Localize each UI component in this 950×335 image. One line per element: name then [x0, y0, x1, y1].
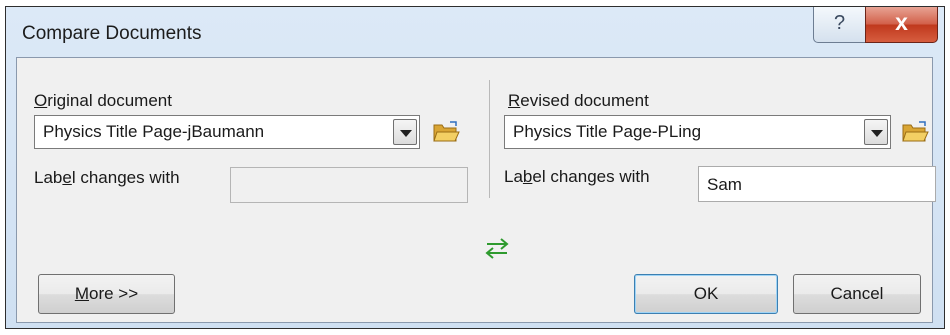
revised-document-value: Physics Title Page-PLing	[513, 122, 702, 141]
more-button[interactable]: More >>	[38, 274, 175, 314]
revised-label-changes-field[interactable]: Sam	[698, 166, 936, 202]
more-text: ore >>	[89, 284, 139, 303]
revised-label-accel: b	[522, 167, 533, 186]
more-accel: M	[74, 284, 89, 303]
help-button[interactable]: ?	[813, 7, 866, 43]
revised-document-heading: Revised document	[508, 91, 649, 111]
dialog-body: Original document Physics Title Page-jBa…	[16, 57, 936, 323]
title-bar[interactable]: Compare Documents ? x	[6, 7, 944, 55]
original-label-changes-label: Label changes with	[34, 168, 180, 188]
close-icon: x	[895, 9, 908, 35]
original-label-post: l changes with	[71, 168, 180, 187]
close-button[interactable]: x	[865, 7, 938, 43]
dialog-title: Compare Documents	[22, 23, 202, 44]
original-label-changes-field	[230, 167, 468, 203]
swap-documents-icon[interactable]	[483, 237, 511, 259]
open-folder-icon[interactable]	[432, 120, 460, 144]
original-label-pre: Lab	[34, 168, 63, 187]
revised-document-combobox[interactable]: Physics Title Page-PLing	[504, 115, 891, 149]
dropdown-arrow-icon[interactable]	[864, 119, 888, 145]
dropdown-arrow-icon[interactable]	[393, 119, 417, 145]
open-folder-icon[interactable]	[901, 120, 929, 144]
original-document-combobox[interactable]: Physics Title Page-jBaumann	[34, 115, 420, 149]
help-icon: ?	[833, 12, 846, 34]
revised-label-changes-value: Sam	[707, 175, 742, 194]
original-heading-accel: O	[34, 91, 48, 110]
ok-button[interactable]: OK	[634, 274, 778, 314]
compare-documents-dialog: Compare Documents ? x Original document …	[5, 6, 945, 329]
cancel-button[interactable]: Cancel	[793, 274, 921, 314]
revised-label-pre: La	[504, 167, 523, 186]
original-document-heading: Original document	[34, 91, 172, 111]
original-document-value: Physics Title Page-jBaumann	[43, 122, 265, 141]
column-divider	[489, 80, 490, 198]
revised-heading-text: evised document	[520, 91, 649, 110]
original-label-accel: e	[62, 168, 72, 187]
revised-label-post: el changes with	[532, 167, 650, 186]
revised-heading-accel: R	[508, 91, 521, 110]
revised-label-changes-label: Label changes with	[504, 167, 650, 187]
original-heading-text: riginal document	[47, 91, 172, 110]
